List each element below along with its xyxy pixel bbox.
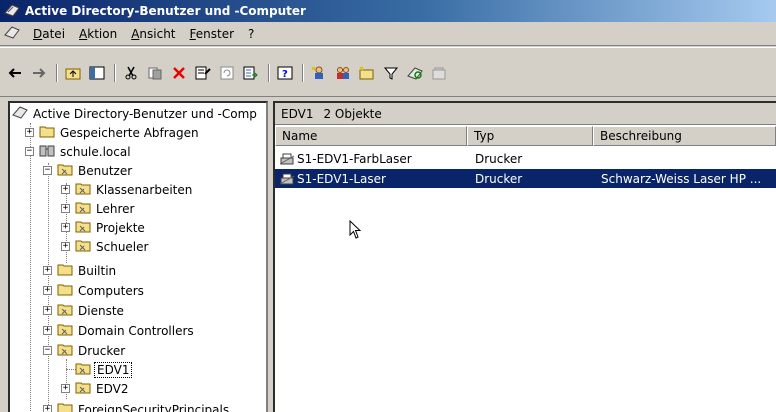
ou-folder-icon bbox=[75, 238, 91, 255]
tree-item-schule-local[interactable]: − schule.local bbox=[25, 142, 133, 161]
ad-console-icon bbox=[12, 105, 28, 122]
column-header-beschreibung[interactable]: Beschreibung bbox=[593, 126, 776, 146]
ad-console-icon bbox=[4, 3, 20, 20]
refresh-icon[interactable] bbox=[216, 62, 238, 84]
expand-button[interactable]: + bbox=[43, 405, 52, 412]
new-user-icon[interactable] bbox=[308, 62, 330, 84]
toolbar-separator bbox=[268, 64, 270, 82]
tree-item-gespeicherte-abfragen[interactable]: + Gespeicherte Abfragen bbox=[25, 123, 201, 142]
folder-icon bbox=[57, 262, 73, 279]
column-header-name[interactable]: Name bbox=[275, 126, 467, 146]
printer-icon bbox=[279, 172, 295, 186]
folder-icon bbox=[39, 124, 55, 141]
ou-folder-icon bbox=[75, 219, 91, 236]
tree-item-lehrer[interactable]: + Lehrer bbox=[61, 199, 136, 218]
delete-icon[interactable] bbox=[168, 62, 190, 84]
expand-button[interactable]: + bbox=[43, 306, 52, 315]
toolbar: ? bbox=[0, 47, 776, 97]
object-count: 2 Objekte bbox=[323, 106, 382, 121]
menu-aktion[interactable]: Aktion bbox=[72, 25, 124, 43]
tree-root[interactable]: Active Directory-Benutzer und -Comp bbox=[12, 104, 259, 123]
list-pane[interactable]: EDV1 2 Objekte Name Typ Beschreibung S1-… bbox=[273, 101, 776, 412]
tree-item-drucker[interactable]: − Drucker bbox=[43, 341, 127, 360]
row-type: Drucker bbox=[475, 151, 523, 166]
expand-button[interactable]: + bbox=[61, 242, 70, 251]
console-menu-icon[interactable] bbox=[4, 25, 20, 42]
ou-folder-icon bbox=[57, 162, 73, 179]
tree-item-computers[interactable]: + Computers bbox=[43, 281, 146, 300]
tree-item-builtin[interactable]: + Builtin bbox=[43, 261, 118, 280]
ou-folder-icon bbox=[57, 342, 73, 359]
mouse-cursor-icon bbox=[349, 219, 362, 243]
expand-button[interactable]: + bbox=[61, 185, 70, 194]
tree-item-domain-controllers[interactable]: + Domain Controllers bbox=[43, 321, 196, 340]
tree-item-edv1[interactable]: EDV1 bbox=[75, 360, 133, 379]
collapse-button[interactable]: − bbox=[43, 166, 52, 175]
up-folder-icon[interactable] bbox=[62, 62, 84, 84]
export-icon[interactable] bbox=[240, 62, 262, 84]
menu-help[interactable]: ? bbox=[241, 25, 261, 43]
menu-bar: Datei Aktion Ansicht Fenster ? bbox=[0, 22, 776, 46]
tree-item-klassenarbeiten[interactable]: + Klassenarbeiten bbox=[61, 180, 194, 199]
ou-folder-icon bbox=[57, 302, 73, 319]
properties-icon[interactable] bbox=[192, 62, 214, 84]
domain-icon bbox=[39, 143, 55, 160]
expand-button[interactable]: + bbox=[43, 326, 52, 335]
new-ou-icon[interactable] bbox=[356, 62, 378, 84]
ou-folder-icon bbox=[75, 361, 91, 378]
tree-pane[interactable]: Active Directory-Benutzer und -Comp + Ge… bbox=[8, 101, 268, 412]
svg-text:?: ? bbox=[282, 69, 288, 80]
ou-folder-icon bbox=[75, 380, 91, 397]
back-arrow-icon[interactable] bbox=[4, 62, 26, 84]
menu-ansicht[interactable]: Ansicht bbox=[124, 25, 182, 43]
toolbar-separator bbox=[114, 64, 116, 82]
row-name: S1-EDV1-Laser bbox=[297, 171, 386, 186]
new-group-icon[interactable] bbox=[332, 62, 354, 84]
list-pane-header: EDV1 2 Objekte bbox=[275, 103, 776, 125]
collapse-button[interactable]: − bbox=[43, 346, 52, 355]
expand-button[interactable]: + bbox=[61, 384, 70, 393]
tree-item-schueler[interactable]: + Schueler bbox=[61, 237, 150, 256]
ou-folder-icon bbox=[75, 200, 91, 217]
column-header-typ[interactable]: Typ bbox=[467, 126, 593, 146]
menu-fenster[interactable]: Fenster bbox=[183, 25, 242, 43]
printer-icon bbox=[279, 152, 295, 166]
forward-arrow-icon[interactable] bbox=[28, 62, 50, 84]
expand-button[interactable]: + bbox=[61, 223, 70, 232]
help-icon[interactable]: ? bbox=[274, 62, 296, 84]
show-tree-icon[interactable] bbox=[86, 62, 108, 84]
tree-item-dienste[interactable]: + Dienste bbox=[43, 301, 126, 320]
row-description: Schwarz-Weiss Laser HP ... bbox=[601, 171, 762, 186]
title-bar[interactable]: Active Directory-Benutzer und -Computer bbox=[0, 0, 776, 22]
expand-button[interactable]: + bbox=[61, 204, 70, 213]
container-name: EDV1 bbox=[281, 106, 314, 121]
collapse-button[interactable]: − bbox=[25, 147, 34, 156]
ou-folder-icon bbox=[57, 322, 73, 339]
tree-root-label: Active Directory-Benutzer und -Comp bbox=[33, 106, 257, 121]
window-title: Active Directory-Benutzer und -Computer bbox=[25, 4, 306, 18]
column-headers: Name Typ Beschreibung bbox=[275, 126, 776, 146]
menu-datei[interactable]: Datei bbox=[26, 25, 72, 43]
folder-icon bbox=[57, 401, 73, 412]
filter-icon[interactable] bbox=[380, 62, 402, 84]
delegate-icon[interactable] bbox=[428, 62, 450, 84]
tree-item-benutzer[interactable]: − Benutzer bbox=[43, 161, 134, 180]
folder-icon bbox=[57, 282, 73, 299]
list-item-selected[interactable]: S1-EDV1-Laser Drucker Schwarz-Weiss Lase… bbox=[275, 169, 776, 188]
tree-item-foreignsecurityprincipals[interactable]: + ForeignSecurityPrincipals bbox=[43, 400, 231, 412]
expand-button[interactable]: + bbox=[43, 286, 52, 295]
row-type: Drucker bbox=[475, 171, 523, 186]
toolbar-separator bbox=[302, 64, 304, 82]
row-name: S1-EDV1-FarbLaser bbox=[297, 151, 412, 166]
copy-icon[interactable] bbox=[144, 62, 166, 84]
tree-item-projekte[interactable]: + Projekte bbox=[61, 218, 147, 237]
list-item[interactable]: S1-EDV1-FarbLaser Drucker bbox=[275, 149, 776, 168]
tree-item-edv2[interactable]: + EDV2 bbox=[61, 379, 130, 398]
expand-button[interactable]: + bbox=[43, 266, 52, 275]
expand-button[interactable]: + bbox=[25, 128, 34, 137]
toolbar-separator bbox=[56, 64, 58, 82]
ou-folder-icon bbox=[75, 181, 91, 198]
find-icon[interactable] bbox=[404, 62, 426, 84]
cut-icon[interactable] bbox=[120, 62, 142, 84]
